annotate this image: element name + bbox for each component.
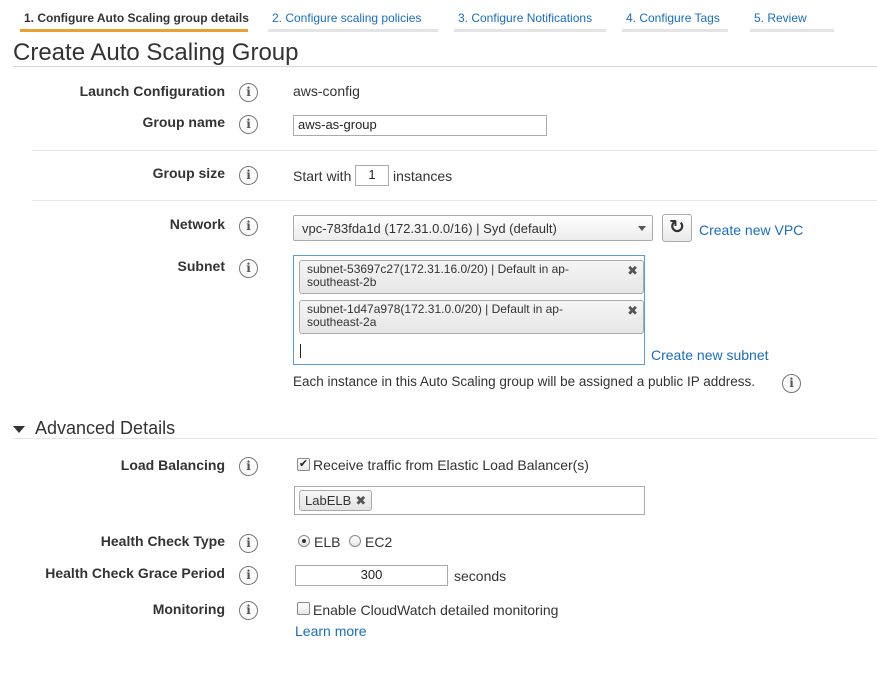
subnet-token: subnet-53697c27(172.31.16.0/20) | Defaul… <box>299 260 644 294</box>
elb-token: LabELB ✖ <box>299 490 373 511</box>
grace-period-suffix: seconds <box>454 568 507 584</box>
radio-ec2[interactable] <box>349 535 361 547</box>
grace-period-input[interactable]: 300 <box>295 565 448 586</box>
monitoring-label: Monitoring <box>152 601 225 617</box>
info-icon[interactable]: i <box>782 374 801 393</box>
info-icon[interactable]: i <box>239 601 258 620</box>
info-icon[interactable]: i <box>239 83 258 102</box>
grace-period-label: Health Check Grace Period <box>45 565 225 581</box>
group-size-label: Group size <box>152 165 225 181</box>
cloudwatch-checkbox-label: Enable CloudWatch detailed monitoring <box>313 602 559 618</box>
group-name-input[interactable]: aws-as-group <box>293 115 547 136</box>
info-icon[interactable]: i <box>239 534 258 553</box>
radio-elb-label: ELB <box>314 534 341 550</box>
elb-token-label: LabELB <box>305 493 352 508</box>
info-icon[interactable]: i <box>239 115 258 134</box>
network-selected-value: vpc-783fda1d (172.31.0.0/16) | Syd (defa… <box>302 221 557 236</box>
public-ip-note: Each instance in this Auto Scaling group… <box>293 374 756 389</box>
close-icon[interactable]: ✖ <box>627 304 638 317</box>
tab-configure-details[interactable]: 1. Configure Auto Scaling group details <box>20 0 249 32</box>
tab-tags[interactable]: 4. Configure Tags <box>622 0 728 32</box>
subnet-token: subnet-1d47a978(172.31.0.0/20) | Default… <box>299 300 644 334</box>
group-size-suffix: instances <box>393 168 453 184</box>
info-icon[interactable]: i <box>239 259 258 278</box>
network-label: Network <box>169 216 225 232</box>
subnet-label: Subnet <box>177 258 225 274</box>
divider <box>32 150 877 151</box>
elb-multiselect[interactable]: LabELB ✖ <box>294 486 645 515</box>
text-cursor <box>300 344 301 358</box>
radio-ec2-label: EC2 <box>365 534 393 550</box>
subnet-token-line2: southeast-2a <box>307 315 377 329</box>
health-check-type-label: Health Check Type <box>100 533 225 549</box>
elb-checkbox-label: Receive traffic from Elastic Load Balanc… <box>313 457 589 473</box>
load-balancing-label: Load Balancing <box>120 457 225 473</box>
subnet-token-line2: southeast-2b <box>307 275 377 289</box>
section-divider <box>13 438 877 439</box>
info-icon[interactable]: i <box>239 217 258 236</box>
info-icon[interactable]: i <box>239 166 258 185</box>
learn-more-link[interactable]: Learn more <box>295 623 367 639</box>
create-subnet-link[interactable]: Create new subnet <box>651 347 769 363</box>
launch-config-value: aws-config <box>293 83 360 99</box>
title-divider <box>13 66 877 67</box>
radio-elb[interactable] <box>298 535 310 547</box>
group-size-input[interactable]: 1 <box>355 165 389 186</box>
advanced-details-title: Advanced Details <box>35 418 176 438</box>
cloudwatch-checkbox[interactable] <box>297 602 310 615</box>
advanced-details-toggle[interactable]: Advanced Details <box>13 418 175 439</box>
network-select[interactable]: vpc-783fda1d (172.31.0.0/16) | Syd (defa… <box>293 215 653 241</box>
caret-down-icon <box>13 425 25 433</box>
subnet-multiselect[interactable]: subnet-53697c27(172.31.16.0/20) | Defaul… <box>293 255 645 365</box>
group-name-label: Group name <box>142 114 225 130</box>
divider <box>32 200 877 201</box>
launch-config-label: Launch Configuration <box>79 83 225 99</box>
group-size-prefix: Start with <box>293 168 352 184</box>
info-icon[interactable]: i <box>239 566 258 585</box>
chevron-down-icon <box>638 226 646 231</box>
tab-scaling-policies[interactable]: 2. Configure scaling policies <box>268 0 438 32</box>
close-icon[interactable]: ✖ <box>627 264 638 277</box>
refresh-icon[interactable]: ↻ <box>662 214 692 242</box>
page-title: Create Auto Scaling Group <box>13 39 299 66</box>
tab-notifications[interactable]: 3. Configure Notifications <box>454 0 606 32</box>
create-vpc-link[interactable]: Create new VPC <box>699 222 803 238</box>
tab-review[interactable]: 5. Review <box>750 0 834 32</box>
elb-checkbox[interactable]: ✔ <box>297 458 310 471</box>
close-icon[interactable]: ✖ <box>355 493 366 509</box>
info-icon[interactable]: i <box>239 457 258 476</box>
